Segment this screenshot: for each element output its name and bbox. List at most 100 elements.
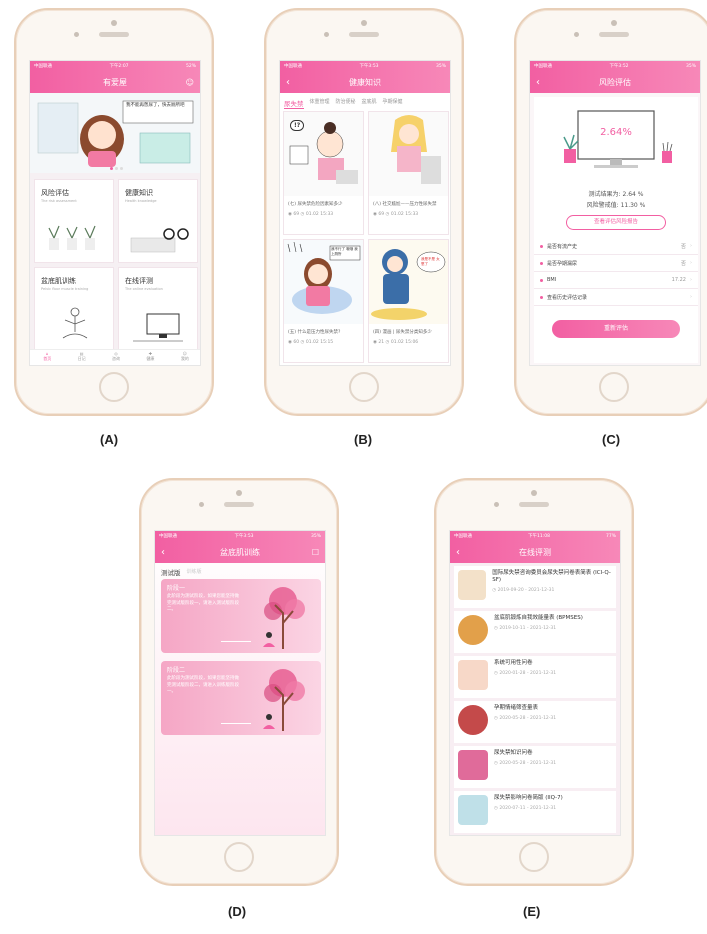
- item-date: ◷ 2020-05-28 - 2021-12-31: [494, 761, 557, 766]
- speaker: [224, 502, 254, 507]
- article-card[interactable]: 我不行了 哦哦 我上厕所 (五) 什么是压力性尿失禁? ◉ 60 ◷ 01.02…: [283, 239, 364, 363]
- page-title: 健康知识: [349, 77, 381, 87]
- tab-weight[interactable]: 体重管理: [310, 98, 330, 109]
- chat-icon[interactable]: ☺: [186, 78, 194, 87]
- tab-constipation[interactable]: 防治便秘: [336, 98, 356, 109]
- tab-label: 首页: [43, 356, 52, 361]
- row-bmi[interactable]: BMI 17.22 ›: [534, 272, 698, 289]
- tab-home[interactable]: ⌂ 首页: [30, 350, 64, 365]
- label-a: (A): [100, 432, 119, 447]
- date-range: 2019-10-11 - 2021-12-31: [499, 626, 557, 631]
- article-card[interactable]: (八) 社交尴尬——压力性尿失禁 ◉ 69 ◷ 01.02 15:33: [368, 111, 449, 235]
- item-date: ◷ 2019-09-20 - 2021-12-31: [492, 588, 555, 593]
- tile-title: 在线评测: [125, 277, 153, 285]
- tile-risk-assessment[interactable]: 风险评估 The risk assessment: [34, 179, 114, 263]
- views: 69: [378, 212, 385, 217]
- tile-online-evaluation[interactable]: 在线评测 The online evaluation: [118, 267, 198, 351]
- date: 01.02 15:33: [390, 212, 419, 217]
- carrier: 中国联通: [284, 64, 302, 69]
- tree-illustration: [221, 587, 305, 649]
- tab-training[interactable]: 训练版: [187, 567, 202, 577]
- article-card[interactable]: !? (七) 尿失禁危险因素知多少 ◉ 69 ◷ 01.02 15:33: [283, 111, 364, 235]
- item-date: ◷ 2020-01-28 - 2021-12-31: [494, 671, 557, 676]
- back-icon[interactable]: ‹: [286, 77, 290, 88]
- tab-pelvic[interactable]: 盆底肌: [362, 98, 377, 109]
- tile-subtitle: The online evaluation: [125, 287, 163, 291]
- screen-e: 中国联通 下午11:08 77% ‹ 在线评测 国际尿失禁咨询委员会尿失禁问卷表…: [449, 530, 621, 836]
- stage-card[interactable]: 阶段一 此阶段为测试阶段，如果您能坚持做完测试版阶段一，请进入测试版阶段二。: [161, 579, 321, 653]
- back-icon[interactable]: ‹: [456, 547, 460, 558]
- home-button[interactable]: [224, 842, 254, 872]
- questionnaire-item[interactable]: 尿失禁知识问卷 ◷ 2020-05-28 - 2021-12-31: [454, 746, 616, 788]
- tab-diary[interactable]: ▤ 日记: [64, 350, 98, 365]
- row-abortion-history[interactable]: 是否有流产史 否 ›: [534, 238, 698, 255]
- computer-icon: [133, 313, 183, 342]
- stage-card[interactable]: 阶段二 此阶段为测试阶段，如果您能坚持做完测试版阶段二，请进入训练版阶段一。: [161, 661, 321, 735]
- article-card[interactable]: 我是不是 太憋了 (四) 漫画 | 尿失禁分类知多少 ◉ 21 ◷ 01.02 …: [368, 239, 449, 363]
- tab-mine[interactable]: ☺ 我的: [168, 350, 200, 365]
- phone-b: 中国联通 下午3:53 35% ‹ 健康知识 尿失禁 体重管理 防治便秘 盆底肌…: [264, 8, 464, 416]
- item-title: 盆底肌锻炼自我效能量表 (BPMSES): [494, 615, 583, 621]
- back-icon[interactable]: ‹: [161, 547, 165, 558]
- item-title: 孕期情绪筛查量表: [494, 705, 539, 711]
- tab-incontinence[interactable]: 尿失禁: [284, 98, 304, 109]
- phone-e: 中国联通 下午11:08 77% ‹ 在线评测 国际尿失禁咨询委员会尿失禁问卷表…: [434, 478, 634, 886]
- phone-a: 中国联通 下午2:07 52% 有爱屋 ☺ 我不能再憋尿了，快去厕所吧 风险评估…: [14, 8, 214, 416]
- result-label: 测试结果为: 2.64 %: [588, 191, 644, 198]
- tab-pregnancy[interactable]: 孕期保健: [383, 98, 403, 109]
- edit-icon[interactable]: ☐: [312, 548, 319, 557]
- home-button[interactable]: [519, 842, 549, 872]
- tab-test[interactable]: 测试版: [161, 567, 181, 577]
- tile-health-knowledge[interactable]: 健康知识 Health knowledge: [118, 179, 198, 263]
- screen-c: 中国联通 下午3:52 35% ‹ 风险评估 2.64% 测试结果为: 2.64…: [529, 60, 701, 366]
- row-history[interactable]: 查看历史评估记录 ›: [534, 289, 698, 306]
- label-d: (D): [228, 904, 247, 919]
- date-range: 2019-09-20 - 2021-12-31: [497, 588, 555, 593]
- label-e: (E): [523, 904, 541, 919]
- bullet: [540, 244, 543, 248]
- questionnaire-item[interactable]: 盆底肌锻炼自我效能量表 (BPMSES) ◷ 2019-10-11 - 2021-…: [454, 611, 616, 653]
- banner[interactable]: 我不能再憋尿了，快去厕所吧: [30, 93, 200, 173]
- date-range: 2020-01-28 - 2021-12-31: [499, 671, 557, 676]
- tab-consult[interactable]: ◎ 咨询: [99, 350, 133, 365]
- battery: 35%: [310, 533, 321, 539]
- questionnaire-item[interactable]: 尿失禁影响问卷简版 (IIQ-7) ◷ 2020-07-11 - 2021-12-…: [454, 791, 616, 833]
- bullet: [540, 295, 543, 299]
- status-time: 下午3:53: [234, 534, 254, 539]
- camera: [611, 20, 617, 26]
- home-button[interactable]: [349, 372, 379, 402]
- tile-pelvic-training[interactable]: 盆底肌训练 Pelvic floor muscle training: [34, 267, 114, 351]
- banner-bubble-text: 我不能再憋尿了，快去厕所吧: [126, 103, 185, 108]
- chevron-right-icon: ›: [690, 294, 692, 300]
- tab-label: 咨询: [112, 356, 121, 361]
- article-image: [369, 240, 448, 324]
- questionnaire-item[interactable]: 国际尿失禁咨询委员会尿失禁问卷表简表 (ICI-Q-SF) ◷ 2019-09-2…: [454, 566, 616, 608]
- view-report-button[interactable]: 查看评估风险报告: [566, 215, 666, 230]
- nav-bar: ‹ 健康知识: [280, 71, 450, 93]
- back-icon[interactable]: ‹: [536, 77, 540, 88]
- status-bar: 中国联通 下午3:52 35%: [530, 61, 700, 71]
- label-b: (B): [354, 432, 373, 447]
- questionnaire-item[interactable]: 孕期情绪筛查量表 ◷ 2020-05-28 - 2021-12-31: [454, 701, 616, 743]
- home-button[interactable]: [599, 372, 629, 402]
- status-time: 下午3:52: [609, 64, 629, 69]
- sensor: [494, 502, 499, 507]
- views: 60: [293, 340, 300, 345]
- item-thumbnail: [458, 705, 488, 735]
- date: 01.02 15:15: [305, 340, 334, 345]
- tile-subtitle: The risk assessment: [41, 199, 77, 203]
- row-pregnancy-leakage[interactable]: 是否孕期漏尿 否 ›: [534, 255, 698, 272]
- tile-subtitle: Pelvic floor muscle training: [41, 287, 89, 291]
- tab-bar: ⌂ 首页 ▤ 日记 ◎ 咨询 ✚ 健康 ☺ 我的: [30, 349, 200, 365]
- article-meta: ◉ 69 ◷ 01.02 15:33: [373, 212, 419, 217]
- row-value: 17.22: [671, 277, 686, 283]
- questionnaire-list: 国际尿失禁咨询委员会尿失禁问卷表简表 (ICI-Q-SF) ◷ 2019-09-2…: [450, 563, 620, 835]
- tab-health[interactable]: ✚ 健康: [133, 350, 167, 365]
- home-button[interactable]: [99, 372, 129, 402]
- date-range: 2020-07-11 - 2021-12-31: [499, 806, 557, 811]
- reassess-button[interactable]: 重新评估: [552, 320, 680, 338]
- result-card: 2.64% 测试结果为: 2.64 % 风险警戒值: 11.30 % 查看评估风…: [534, 97, 698, 363]
- battery: 52%: [185, 63, 196, 69]
- status-time: 下午2:07: [109, 64, 129, 69]
- questionnaire-item[interactable]: 系统可用性问卷 ◷ 2020-01-28 - 2021-12-31: [454, 656, 616, 698]
